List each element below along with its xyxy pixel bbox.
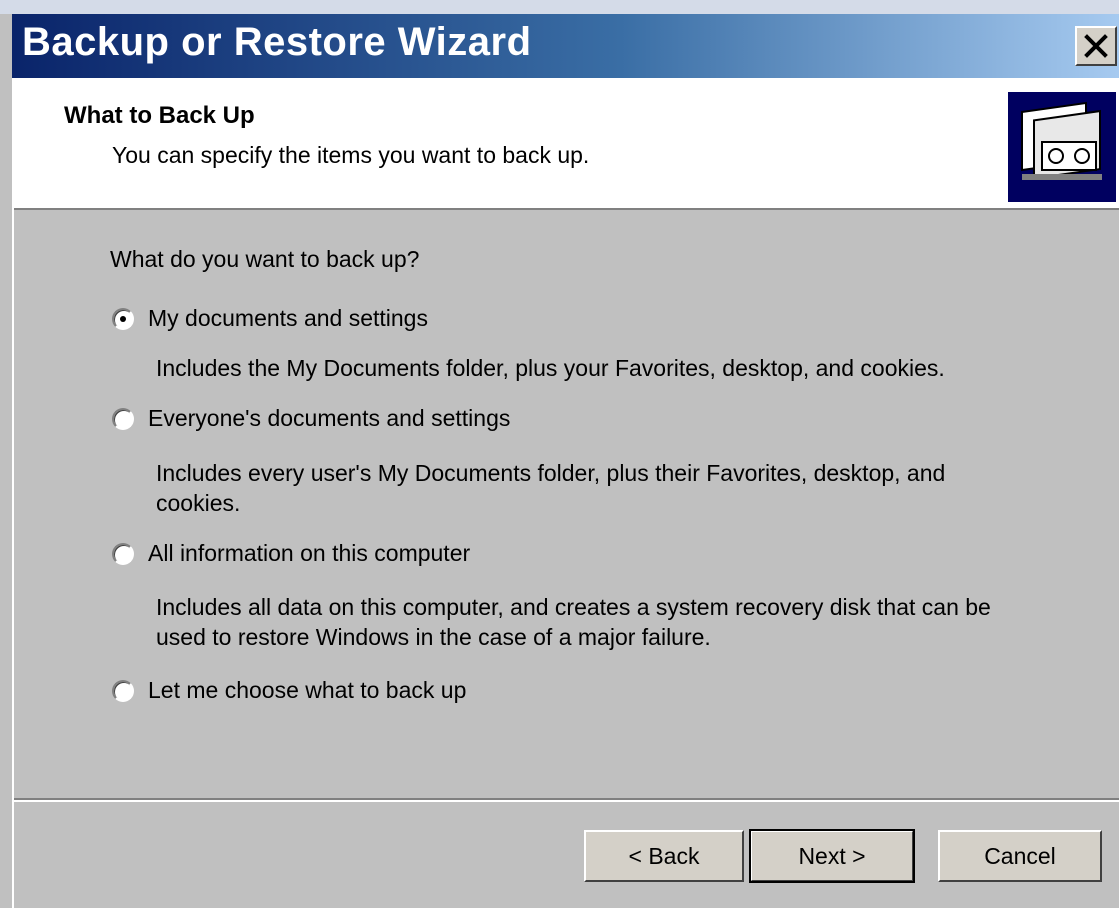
close-icon [1084,34,1108,58]
radio-selected-icon[interactable] [112,307,134,330]
footer-separator [14,798,1119,802]
window-title: Backup or Restore Wizard [22,20,532,64]
option-description: Includes the My Documents folder, plus y… [156,355,945,381]
page-subtitle: You can specify the items you want to ba… [112,142,590,168]
option-everyones-documents[interactable]: Everyone's documents and settings [110,405,510,432]
backup-question: What do you want to back up? [110,246,420,272]
option-label: Everyone's documents and settings [148,405,511,431]
option-label: My documents and settings [148,305,428,331]
top-strip [0,0,1119,14]
cancel-button[interactable]: Cancel [938,830,1102,882]
back-button[interactable]: < Back [584,830,744,882]
radio-unselected-icon[interactable] [112,679,134,702]
option-description: Includes every user's My Documents folde… [156,460,946,516]
option-description: Includes all data on this computer, and … [156,594,991,650]
wizard-content: What do you want to back up? My document… [14,210,1119,800]
option-label: All information on this computer [148,540,471,566]
close-button[interactable] [1075,26,1117,66]
radio-unselected-icon[interactable] [112,542,134,565]
wizard-header: What to Back Up You can specify the item… [14,78,1119,210]
option-let-me-choose[interactable]: Let me choose what to back up [110,677,466,704]
backup-wizard-icon [1008,92,1116,202]
radio-unselected-icon[interactable] [112,407,134,430]
page-title: What to Back Up [64,102,255,129]
title-bar[interactable]: Backup or Restore Wizard [12,14,1119,78]
option-all-information[interactable]: All information on this computer [110,540,470,567]
next-button[interactable]: Next > [749,829,915,883]
option-label: Let me choose what to back up [148,677,467,703]
wizard-dialog: Backup or Restore Wizard What to Back Up… [0,0,1119,908]
option-my-documents[interactable]: My documents and settings [110,305,428,332]
